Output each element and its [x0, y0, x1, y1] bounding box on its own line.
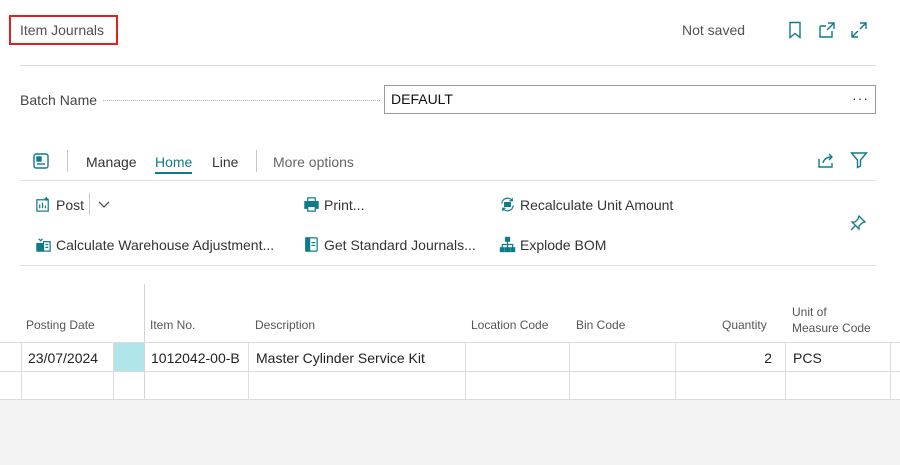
chevron-down-icon[interactable]: [96, 196, 112, 212]
batch-name-lookup-button[interactable]: ···: [852, 90, 869, 106]
page-title: Item Journals: [9, 15, 118, 45]
row-divider: [0, 371, 900, 372]
column-divider: [890, 342, 891, 400]
open-new-window-icon[interactable]: [817, 20, 837, 40]
recalculate-unit-amount-button[interactable]: Recalculate Unit Amount: [499, 196, 673, 213]
tab-manage[interactable]: Manage: [86, 154, 137, 170]
cell-quantity[interactable]: 2: [675, 350, 772, 366]
column-divider: [465, 342, 466, 400]
batch-name-field[interactable]: DEFAULT: [384, 85, 876, 114]
print-label: Print...: [324, 196, 365, 213]
action-bar-separator: [67, 150, 68, 172]
column-divider: [21, 342, 22, 400]
cell-posting-date[interactable]: 23/07/2024: [28, 350, 98, 366]
get-standard-label: Get Standard Journals...: [324, 236, 476, 253]
header-divider: [20, 65, 876, 66]
filter-icon[interactable]: [849, 150, 869, 170]
save-status: Not saved: [682, 22, 746, 38]
explode-bom-button[interactable]: Explode BOM: [499, 236, 606, 253]
batch-name-leader: [103, 100, 380, 101]
column-header-posting-date[interactable]: Posting Date: [26, 318, 95, 332]
column-header-quantity[interactable]: Quantity: [722, 318, 767, 332]
recalculate-icon: [501, 197, 514, 212]
bookmark-icon[interactable]: [785, 20, 805, 40]
post-icon: [36, 196, 49, 212]
column-header-location-code[interactable]: Location Code: [471, 318, 548, 332]
action-bar-divider: [20, 180, 876, 181]
cell-item-no[interactable]: 1012042-00-B: [151, 350, 240, 366]
pin-icon[interactable]: [849, 214, 867, 232]
calculate-warehouse-adjustment-button[interactable]: Calculate Warehouse Adjustment...: [35, 236, 274, 253]
share-icon[interactable]: [816, 150, 836, 170]
column-divider: [113, 342, 114, 400]
row-divider: [0, 399, 900, 400]
explode-bom-label: Explode BOM: [520, 236, 607, 253]
post-button[interactable]: Post: [35, 196, 84, 213]
warehouse-calculate-icon: [36, 238, 51, 252]
cell-description[interactable]: Master Cylinder Service Kit: [256, 350, 425, 366]
row-selector-cell[interactable]: [114, 343, 144, 371]
grid-empty-area: [0, 400, 900, 465]
batch-name-label: Batch Name: [20, 92, 98, 108]
page-view-icon[interactable]: [31, 151, 51, 171]
column-divider: [569, 342, 570, 400]
post-label: Post: [56, 196, 85, 213]
more-options-button[interactable]: More options: [273, 154, 354, 170]
get-standard-journals-button[interactable]: Get Standard Journals...: [303, 236, 476, 253]
column-header-unit-of-measure-code[interactable]: Unit of Measure Code: [792, 304, 871, 336]
uom-header-line1: Unit of: [792, 305, 827, 319]
column-header-description[interactable]: Description: [255, 318, 315, 332]
column-header-bin-code[interactable]: Bin Code: [576, 318, 625, 332]
uom-header-line2: Measure Code: [792, 321, 871, 335]
actions-divider: [20, 265, 876, 266]
page-title-text: Item Journals: [20, 22, 105, 38]
cell-unit-of-measure-code[interactable]: PCS: [793, 350, 822, 366]
tab-home[interactable]: Home: [155, 154, 193, 174]
calc-warehouse-label: Calculate Warehouse Adjustment...: [56, 236, 275, 253]
expand-icon[interactable]: [849, 20, 869, 40]
printer-icon: [304, 197, 319, 212]
action-bar-separator: [256, 150, 257, 172]
hierarchy-icon: [499, 236, 516, 253]
column-header-item-no[interactable]: Item No.: [150, 318, 195, 332]
column-divider: [785, 342, 786, 400]
print-button[interactable]: Print...: [303, 196, 364, 213]
post-split-separator: [89, 193, 90, 215]
tab-line[interactable]: Line: [212, 154, 238, 170]
standard-journal-icon: [305, 237, 318, 252]
column-divider: [248, 342, 249, 400]
recalculate-label: Recalculate Unit Amount: [520, 196, 674, 213]
